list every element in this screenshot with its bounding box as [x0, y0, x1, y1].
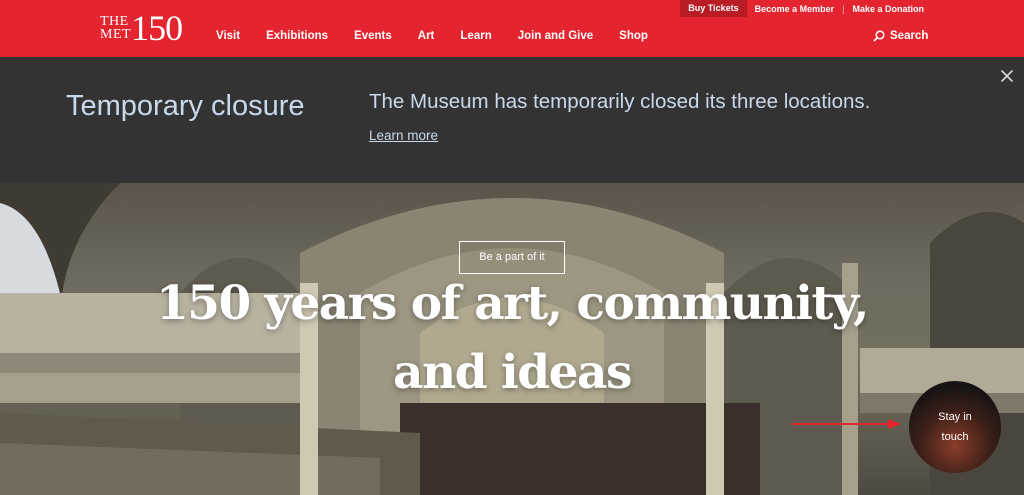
- main-nav: Visit Exhibitions Events Art Learn Join …: [216, 30, 674, 42]
- site-header: Buy Tickets Become a Member | Make a Don…: [0, 0, 1024, 57]
- nav-item-visit[interactable]: Visit: [216, 30, 240, 42]
- buy-tickets-link[interactable]: Buy Tickets: [680, 0, 747, 17]
- logo-text-stack: THE MET: [100, 15, 132, 42]
- utility-nav: Buy Tickets Become a Member | Make a Don…: [680, 0, 932, 17]
- nav-item-exhibitions[interactable]: Exhibitions: [266, 30, 328, 42]
- become-member-link[interactable]: Become a Member: [747, 4, 843, 14]
- stay-in-touch-button[interactable]: Stay in touch: [909, 381, 1001, 473]
- make-donation-link[interactable]: Make a Donation: [844, 4, 932, 14]
- hero-section: 150 years of art, community, and ideas: [0, 183, 1024, 495]
- nav-item-join-and-give[interactable]: Join and Give: [518, 30, 593, 42]
- arrow-annotation: [792, 419, 901, 429]
- search-icon: [873, 30, 885, 42]
- be-a-part-of-it-button[interactable]: Be a part of it: [459, 241, 565, 274]
- met-150-logo[interactable]: THE MET 150: [100, 8, 183, 48]
- nav-item-art[interactable]: Art: [418, 30, 435, 42]
- banner-message: The Museum has temporarily closed its th…: [369, 90, 871, 113]
- logo-line-met: MET: [100, 27, 132, 42]
- close-icon[interactable]: [998, 67, 1016, 85]
- hero-headline-line1: 150 years of art, community,: [156, 276, 869, 331]
- stay-in-touch-text: Stay in touch: [909, 407, 1001, 447]
- nav-item-events[interactable]: Events: [354, 30, 392, 42]
- stay-in-touch-line1: Stay in: [938, 411, 972, 423]
- nav-item-shop[interactable]: Shop: [619, 30, 648, 42]
- search-button[interactable]: Search: [873, 30, 928, 42]
- hero-headline-line2: and ideas: [393, 345, 632, 400]
- nav-item-learn[interactable]: Learn: [460, 30, 491, 42]
- search-label: Search: [890, 30, 929, 42]
- banner-title: Temporary closure: [66, 90, 305, 122]
- hero-headline: 150 years of art, community, and ideas: [0, 269, 1024, 407]
- logo-number: 150: [131, 8, 183, 48]
- stay-in-touch-line2: touch: [941, 431, 969, 443]
- learn-more-link[interactable]: Learn more: [369, 128, 438, 143]
- closure-banner: Temporary closure The Museum has tempora…: [0, 57, 1024, 183]
